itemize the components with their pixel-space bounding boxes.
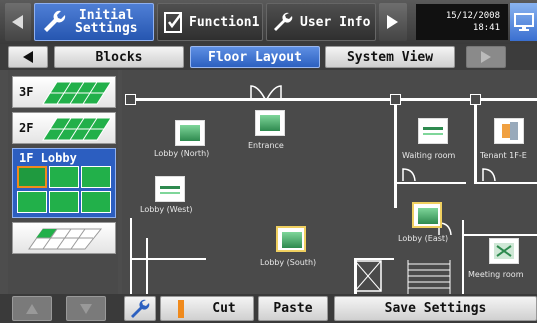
arrow-right-icon: [481, 51, 491, 63]
room-label: Meeting room: [468, 270, 524, 279]
ac-unit-meeting-room[interactable]: [489, 238, 519, 264]
cassette-unit-icon: [282, 232, 302, 248]
paste-button[interactable]: Paste: [258, 296, 328, 321]
wall: [130, 258, 206, 260]
wrench-icon: [131, 299, 150, 318]
view-tab-bar: Blocks Floor Layout System View: [0, 44, 537, 70]
monitor-button[interactable]: [510, 3, 537, 41]
tab-initial-line2: Settings: [75, 21, 138, 36]
ac-unit-lobby-west[interactable]: [155, 176, 185, 202]
wall-node: [470, 94, 481, 105]
floor-button-1f-lobby[interactable]: 1F Lobby: [12, 148, 116, 218]
checklist-icon: [164, 12, 182, 33]
floor-scroll-down-button[interactable]: [66, 296, 106, 321]
fan-unit-icon: [494, 243, 514, 259]
floor-block-tile[interactable]: [49, 191, 79, 213]
wall: [462, 234, 537, 236]
floor-scroll-up-button[interactable]: [12, 296, 52, 321]
cassette-unit-icon: [180, 125, 200, 141]
wall-unit-icon: [160, 186, 180, 189]
wall-node: [390, 94, 401, 105]
room-label: Entrance: [248, 141, 284, 150]
room-label: Lobby (East): [398, 234, 449, 243]
floor-button-unassigned[interactable]: [12, 222, 116, 254]
wall: [474, 98, 477, 184]
room-label: Tenant 1F-E: [480, 151, 527, 160]
ventilator-icon: [502, 122, 518, 140]
stairs-icon: [407, 260, 451, 294]
wall: [394, 182, 466, 184]
floor-block-tile[interactable]: [49, 166, 79, 188]
cassette-unit-icon: [418, 208, 438, 224]
monitor-icon: [513, 13, 534, 31]
arrow-up-icon: [26, 303, 38, 314]
stairs-icon: [354, 260, 382, 292]
datetime-display: 15/12/2008 18:41: [416, 4, 508, 40]
tab-user-info-label: User Info: [300, 14, 371, 30]
arrow-right-icon: [387, 15, 398, 29]
cut-marker-icon: [178, 299, 185, 318]
wall: [462, 220, 464, 294]
ac-unit-entrance[interactable]: [255, 110, 285, 136]
wall: [394, 98, 397, 208]
bottom-toolbar: Cut Paste Save Settings: [0, 294, 537, 323]
floor-plan-icon: [42, 81, 112, 105]
floor-block-tile[interactable]: [81, 166, 111, 188]
wall: [130, 218, 132, 294]
view-tab-next-button[interactable]: [466, 46, 506, 68]
door-icon: [482, 168, 496, 182]
top-bar: Initial Settings Function1 User Info 15/…: [0, 0, 537, 44]
floor-selector: 3F 2F 1F Lobby: [8, 70, 118, 296]
tool-button[interactable]: [124, 296, 156, 321]
ac-unit-lobby-east[interactable]: [412, 202, 442, 228]
floor-plan-icon: [28, 228, 103, 250]
nav-prev-button[interactable]: [5, 3, 31, 41]
cut-button[interactable]: Cut: [160, 296, 254, 321]
wall-node: [125, 94, 136, 105]
door-icon: [250, 85, 282, 100]
room-label: Waiting room: [402, 151, 456, 160]
floor-block-tile[interactable]: [17, 191, 47, 213]
controller-screen: Initial Settings Function1 User Info 15/…: [0, 0, 537, 323]
wrench-icon: [44, 10, 66, 32]
wrench-icon: [274, 12, 293, 31]
floor-block-tile-selected[interactable]: [17, 166, 47, 188]
tab-initial-settings[interactable]: Initial Settings: [34, 3, 154, 41]
tab-user-info[interactable]: User Info: [266, 3, 376, 41]
wall: [474, 182, 537, 184]
floor-plan-icon: [42, 117, 112, 141]
time-text: 18:41: [472, 23, 500, 33]
tab-function1-label: Function1: [189, 14, 260, 30]
room-label: Lobby (West): [140, 205, 193, 214]
cassette-unit-icon: [260, 115, 280, 131]
arrow-left-icon: [12, 15, 23, 29]
floor-label: 2F: [19, 121, 34, 135]
room-label: Lobby (South): [260, 258, 317, 267]
tab-blocks[interactable]: Blocks: [54, 46, 184, 68]
nav-next-button[interactable]: [379, 3, 407, 41]
arrow-down-icon: [80, 303, 92, 314]
cut-button-label: Cut: [212, 301, 236, 316]
floor-block-tile[interactable]: [81, 191, 111, 213]
floor-button-3f[interactable]: 3F: [12, 76, 116, 108]
door-icon: [402, 168, 416, 182]
date-text: 15/12/2008: [445, 11, 500, 21]
wall: [146, 238, 148, 294]
wall-unit-icon: [423, 127, 443, 130]
floor-label: 3F: [19, 85, 34, 99]
room-label: Lobby (North): [154, 149, 210, 158]
view-tab-prev-button[interactable]: [8, 46, 48, 68]
save-settings-button[interactable]: Save Settings: [334, 296, 537, 321]
ac-unit-waiting-room[interactable]: [418, 118, 448, 144]
tab-floor-layout[interactable]: Floor Layout: [190, 46, 320, 68]
ac-unit-lobby-south[interactable]: [276, 226, 306, 252]
tab-system-view[interactable]: System View: [325, 46, 455, 68]
floor-button-2f[interactable]: 2F: [12, 112, 116, 144]
ac-unit-tenant-1f[interactable]: [494, 118, 524, 144]
floor-label: 1F Lobby: [19, 151, 77, 165]
ac-unit-lobby-north[interactable]: [175, 120, 205, 146]
floor-layout-map[interactable]: Lobby (North) Entrance Waiting room Tena…: [122, 70, 537, 294]
arrow-left-icon: [23, 51, 33, 63]
tab-function1[interactable]: Function1: [157, 3, 263, 41]
